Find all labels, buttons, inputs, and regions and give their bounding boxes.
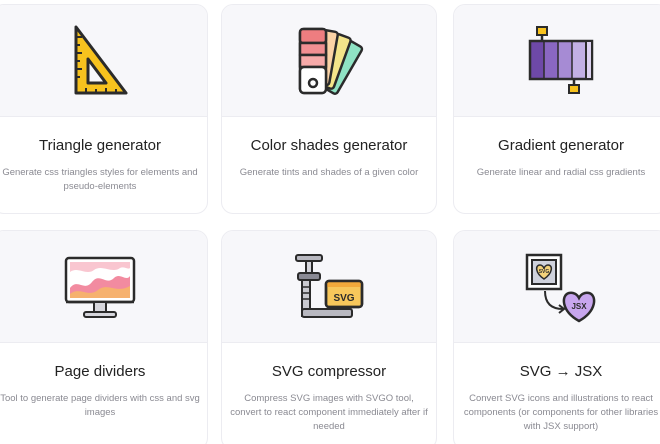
triangle-ruler-icon <box>74 25 128 94</box>
color-swatch-fan-icon <box>298 27 364 95</box>
card-gradient-generator[interactable]: Gradient generator Generate linear and r… <box>453 4 660 214</box>
card-illustration <box>454 5 660 117</box>
card-description: Convert SVG icons and illustrations to r… <box>463 393 659 432</box>
card-description: Tool to generate page dividers with css … <box>0 393 200 418</box>
monitor-wave-icon <box>64 256 136 318</box>
card-title: SVG → JSX <box>519 363 603 380</box>
card-illustration <box>0 231 207 343</box>
card-title: SVG compressor <box>271 363 387 380</box>
card-illustration <box>222 5 436 117</box>
card-illustration: SVG <box>222 231 436 343</box>
card-page-dividers[interactable]: Page dividers Tool to generate page divi… <box>0 230 208 444</box>
card-description: Generate linear and radial css gradients <box>476 167 646 178</box>
card-triangle-generator[interactable]: Triangle generator Generate css triangle… <box>0 4 208 214</box>
card-svg-compressor[interactable]: SVG SVG compressor Compress SVG images w… <box>221 230 437 444</box>
card-title: Color shades generator <box>250 137 408 154</box>
card-description: Generate tints and shades of a given col… <box>239 167 419 178</box>
card-description: Generate css triangles styles for elemen… <box>2 167 198 192</box>
card-description: Compress SVG images with SVGO tool, conv… <box>230 393 428 432</box>
card-title: Gradient generator <box>498 137 624 154</box>
card-illustration: SVG JSX <box>454 231 660 343</box>
card-illustration <box>0 5 207 117</box>
card-color-shades-generator[interactable]: Color shades generator Generate tints an… <box>221 4 437 214</box>
jsx-label: JSX <box>571 302 587 311</box>
card-svg-to-jsx[interactable]: SVG JSX SVG → JSX Convert SVG icons and … <box>453 230 660 444</box>
svg-label: SVG <box>333 293 354 304</box>
svg-to-jsx-icon: SVG JSX <box>525 253 596 322</box>
clamp-svg-icon: SVG <box>295 253 364 318</box>
gradient-stops-icon <box>528 25 594 94</box>
card-title: Page dividers <box>54 363 146 380</box>
card-title: Triangle generator <box>38 137 161 154</box>
tools-grid: Triangle generator Generate css triangle… <box>0 0 660 444</box>
svg-label: SVG <box>539 269 550 275</box>
